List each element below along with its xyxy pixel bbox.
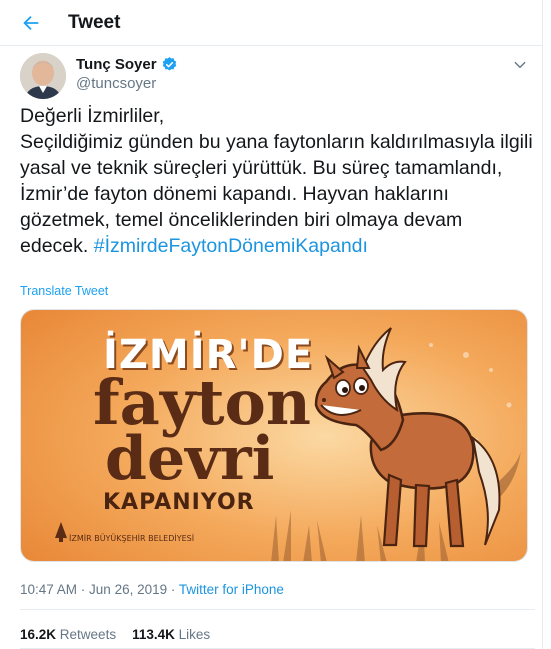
poster-line-4: KAPANIYOR — [103, 490, 255, 515]
avatar[interactable] — [20, 53, 66, 99]
page-header: Tweet — [0, 0, 543, 46]
tweet-source-link[interactable]: Twitter for iPhone — [179, 582, 284, 597]
poster-line-3: devri — [105, 424, 275, 494]
likes-count: 113.4K — [132, 627, 175, 642]
verified-badge-icon — [162, 57, 176, 71]
tweet-stats: 16.2K Retweets 113.4K Likes — [20, 627, 210, 642]
likes-label: Likes — [178, 627, 211, 642]
divider — [20, 609, 535, 610]
meta-separator-1: · — [77, 582, 90, 597]
tweet-image[interactable]: İZMİR'DE fayton devri KAPANIYOR İZMİR BÜ… — [20, 309, 528, 562]
likes-stat[interactable]: 113.4K Likes — [132, 627, 210, 642]
tweet-text: Değerli İzmirliler, Seçildiğimiz günden … — [20, 103, 535, 259]
retweets-stat[interactable]: 16.2K Retweets — [20, 627, 116, 642]
author-handle[interactable]: @tuncsoyer — [76, 75, 156, 92]
retweets-label: Retweets — [59, 627, 117, 642]
author-name-row[interactable]: Tunç Soyer — [76, 56, 178, 73]
hashtag-link[interactable]: #İzmirdeFaytonDönemiKapandı — [94, 235, 368, 257]
tweet-time[interactable]: 10:47 AM — [20, 582, 77, 597]
tweet-detail-column: Tweet Tunç Soyer @tuncsoyer Değerli İzmi… — [0, 0, 543, 649]
tweet-metadata: 10:47 AM · Jun 26, 2019 · Twitter for iP… — [20, 582, 284, 597]
poster-logo-text: İZMİR BÜYÜKŞEHİR BELEDİYESİ — [69, 534, 195, 543]
translate-tweet-link[interactable]: Translate Tweet — [20, 284, 108, 298]
more-options-button[interactable] — [509, 54, 531, 76]
back-arrow-icon — [23, 15, 39, 31]
author-name[interactable]: Tunç Soyer — [76, 56, 157, 73]
avatar-image — [20, 53, 66, 99]
chevron-down-icon — [514, 61, 526, 69]
page-title: Tweet — [68, 12, 121, 33]
meta-separator-2: · — [167, 582, 179, 597]
tweet-date[interactable]: Jun 26, 2019 — [89, 582, 167, 597]
retweets-count: 16.2K — [20, 627, 57, 642]
back-button[interactable] — [16, 8, 46, 38]
